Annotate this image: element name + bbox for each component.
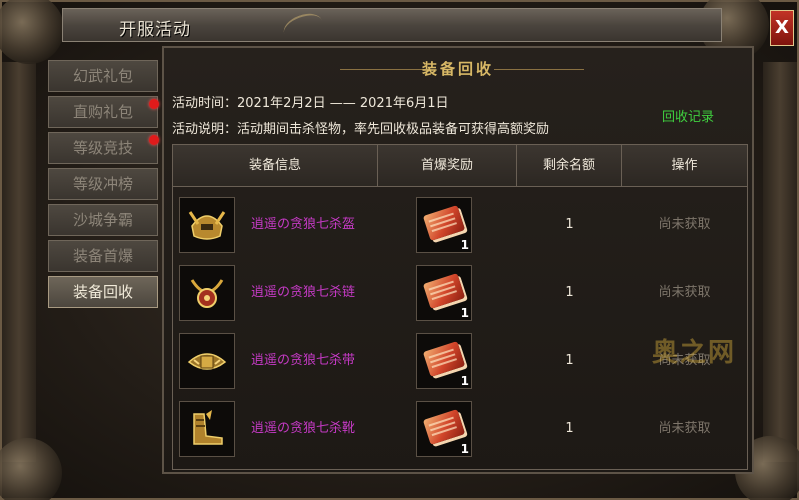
reward-quantity: 1 (460, 442, 469, 456)
red-book-icon (422, 205, 466, 241)
recycle-panel: 装备回收 活动时间：2021年2月2日 —— 2021年6月1日 活动说明：活动… (162, 46, 754, 474)
title-bar: 开服活动 (62, 8, 722, 46)
reward-quantity: 1 (460, 374, 469, 388)
reward-slot[interactable]: 1 (416, 197, 472, 253)
window-title: 开服活动 (119, 20, 191, 40)
equipment-slot[interactable] (179, 333, 235, 389)
remaining-count: 1 (565, 217, 574, 232)
equipment-name: 逍遥の贪狼七杀链 (251, 285, 356, 300)
equipment-name: 逍遥の贪狼七杀盔 (251, 217, 356, 232)
recycle-record-link[interactable]: 回收记录 (662, 106, 714, 125)
column-header: 首爆奖励 (378, 145, 517, 187)
equipment-slot[interactable] (179, 401, 235, 457)
action-status: 尚未获取 (658, 217, 711, 232)
reward-quantity: 1 (460, 306, 469, 320)
necklace-icon (190, 279, 224, 308)
recycle-table: 装备信息 首爆奖励 剩余名额 操作 逍遥の贪狼七杀盔 1 1 尚未获取 逍遥の贪… (172, 144, 748, 470)
sidebar-item-level-contest[interactable]: 等级竞技 (48, 132, 159, 164)
right-dragon-rail (763, 62, 797, 462)
table-header: 装备信息 首爆奖励 剩余名额 操作 (173, 145, 747, 187)
sidebar-item-label: 装备首爆 (72, 247, 133, 265)
activity-time: 活动时间：2021年2月2日 —— 2021年6月1日 (172, 96, 449, 111)
sidebar-item-label: 直购礼包 (72, 103, 133, 121)
title-ornament-icon (280, 8, 326, 46)
sidebar-item-equip-recycle[interactable]: 装备回收 (48, 276, 158, 308)
activity-sidebar: 幻武礼包 直购礼包 等级竞技 等级冲榜 沙城争霸 装备首爆 装备回收 (46, 52, 160, 472)
reward-slot[interactable]: 1 (416, 401, 472, 457)
table-row: 逍遥の贪狼七杀链 1 1 尚未获取 (173, 259, 747, 327)
panel-heading: 装备回收 (421, 60, 494, 78)
close-button[interactable]: X (770, 10, 794, 46)
column-header: 操作 (671, 158, 698, 173)
table-row: 逍遥の贪狼七杀盔 1 1 尚未获取 (173, 191, 747, 259)
equipment-slot[interactable] (179, 197, 235, 253)
red-book-icon (422, 409, 466, 445)
remaining-count: 1 (565, 353, 574, 368)
helmet-icon (188, 211, 226, 240)
red-book-icon (422, 341, 466, 377)
action-status: 尚未获取 (658, 421, 711, 436)
sidebar-item-label: 装备回收 (72, 283, 133, 301)
remaining-count: 1 (565, 421, 574, 436)
equipment-name: 逍遥の贪狼七杀带 (251, 353, 356, 368)
sidebar-item-first-drop[interactable]: 装备首爆 (48, 240, 158, 272)
reward-slot[interactable]: 1 (416, 265, 472, 321)
column-header: 装备信息 (173, 145, 378, 187)
sidebar-item-castle-war[interactable]: 沙城争霸 (48, 204, 158, 236)
boots-icon (193, 410, 223, 445)
sidebar-item-huanwu-gift[interactable]: 幻武礼包 (48, 60, 158, 92)
site-watermark: 奥之网 (652, 338, 737, 368)
game-window-frame: 开服活动 X 幻武礼包 直购礼包 等级竞技 等级冲榜 沙城争霸 装备首爆 装备回… (0, 0, 799, 500)
belt-icon (187, 353, 227, 370)
sidebar-item-label: 沙城争霸 (72, 211, 133, 229)
notification-dot-icon (149, 135, 159, 145)
notification-dot-icon (149, 99, 159, 109)
sidebar-item-label: 等级竞技 (72, 139, 133, 157)
equipment-name: 逍遥の贪狼七杀靴 (251, 421, 356, 436)
sidebar-item-level-rank[interactable]: 等级冲榜 (48, 168, 158, 200)
reward-slot[interactable]: 1 (416, 333, 472, 389)
sidebar-item-label: 等级冲榜 (72, 175, 133, 193)
remaining-count: 1 (565, 285, 574, 300)
left-dragon-rail (2, 62, 36, 462)
action-status: 尚未获取 (658, 285, 711, 300)
column-header: 剩余名额 (517, 145, 622, 187)
equipment-slot[interactable] (179, 265, 235, 321)
table-row: 逍遥の贪狼七杀靴 1 1 尚未获取 (173, 395, 747, 463)
reward-quantity: 1 (460, 238, 469, 252)
red-book-icon (422, 273, 466, 309)
activity-description: 活动说明：活动期间击杀怪物，率先回收极品装备可获得高额奖励 (172, 122, 550, 137)
sidebar-item-direct-gift[interactable]: 直购礼包 (48, 96, 159, 128)
sidebar-item-label: 幻武礼包 (72, 67, 133, 85)
